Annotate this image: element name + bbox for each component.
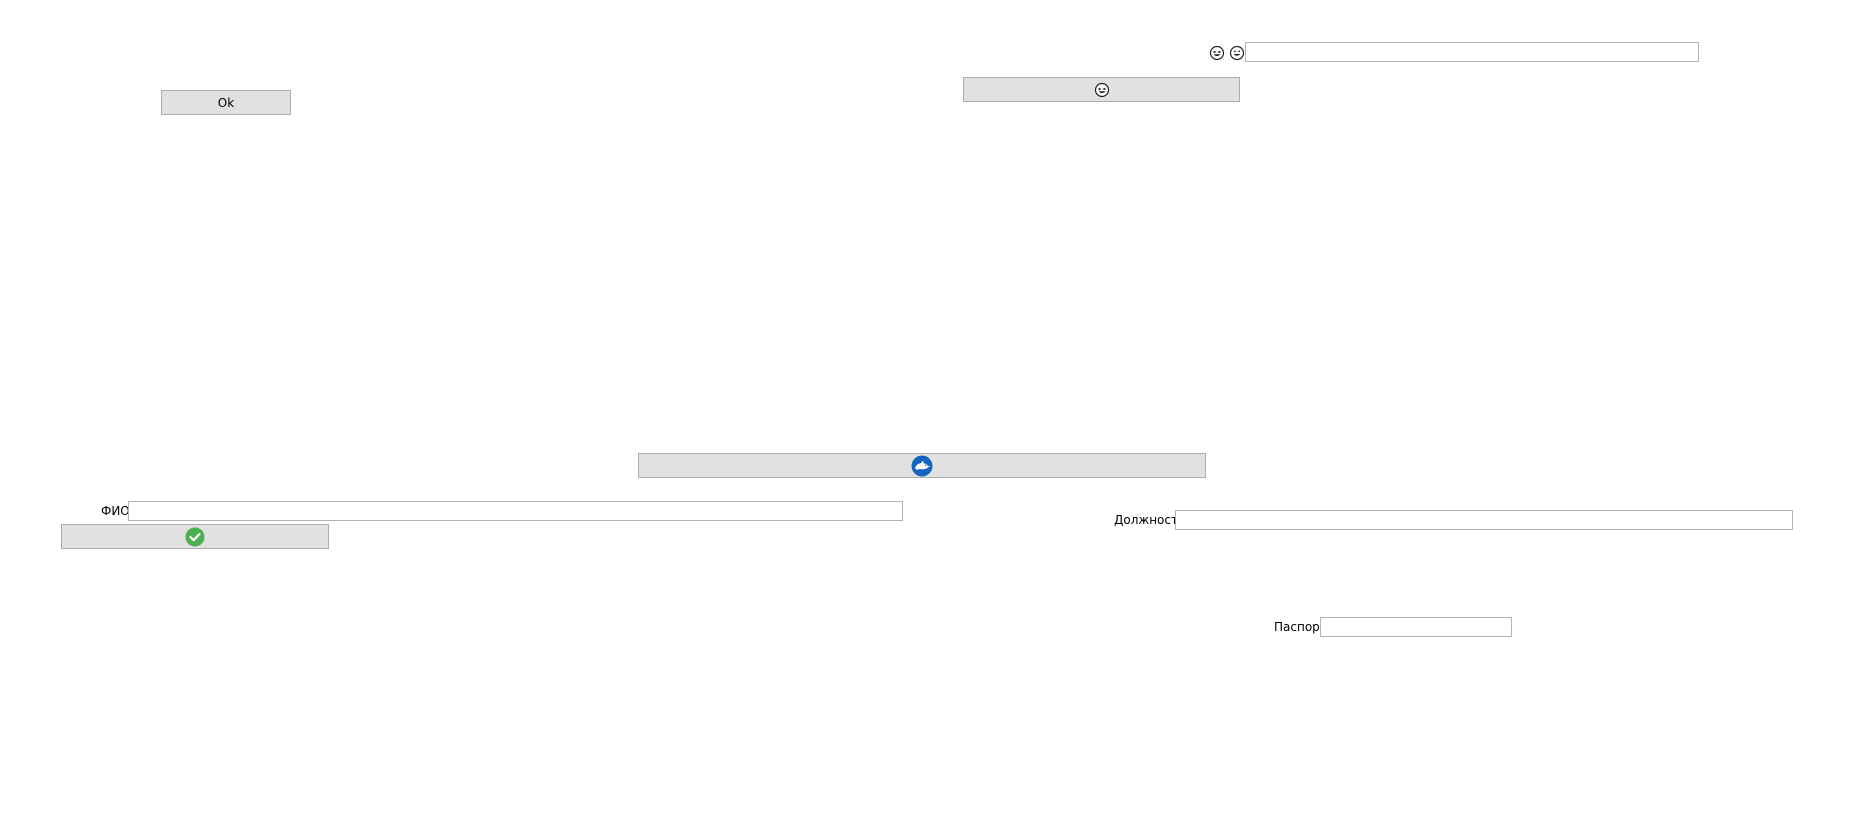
top-text-input[interactable]	[1245, 42, 1699, 62]
ok-button[interactable]: Ok	[161, 90, 291, 115]
grinning-face-icon	[1229, 45, 1245, 61]
grinning-squint-face-icon	[1094, 82, 1110, 98]
passport-input[interactable]	[1320, 617, 1512, 637]
dolphin-button[interactable]	[638, 453, 1206, 478]
emoji-button[interactable]	[963, 77, 1240, 102]
dolphin-icon	[911, 455, 933, 477]
fio-input[interactable]	[128, 501, 903, 521]
fio-label: ФИО	[101, 504, 130, 518]
position-input[interactable]	[1175, 510, 1793, 530]
checkmark-icon	[185, 527, 205, 547]
grinning-squint-face-icon	[1209, 45, 1225, 61]
ok-button-label: Ok	[217, 95, 235, 110]
confirm-button[interactable]	[61, 524, 329, 549]
passport-label: Паспорт	[1274, 620, 1327, 634]
